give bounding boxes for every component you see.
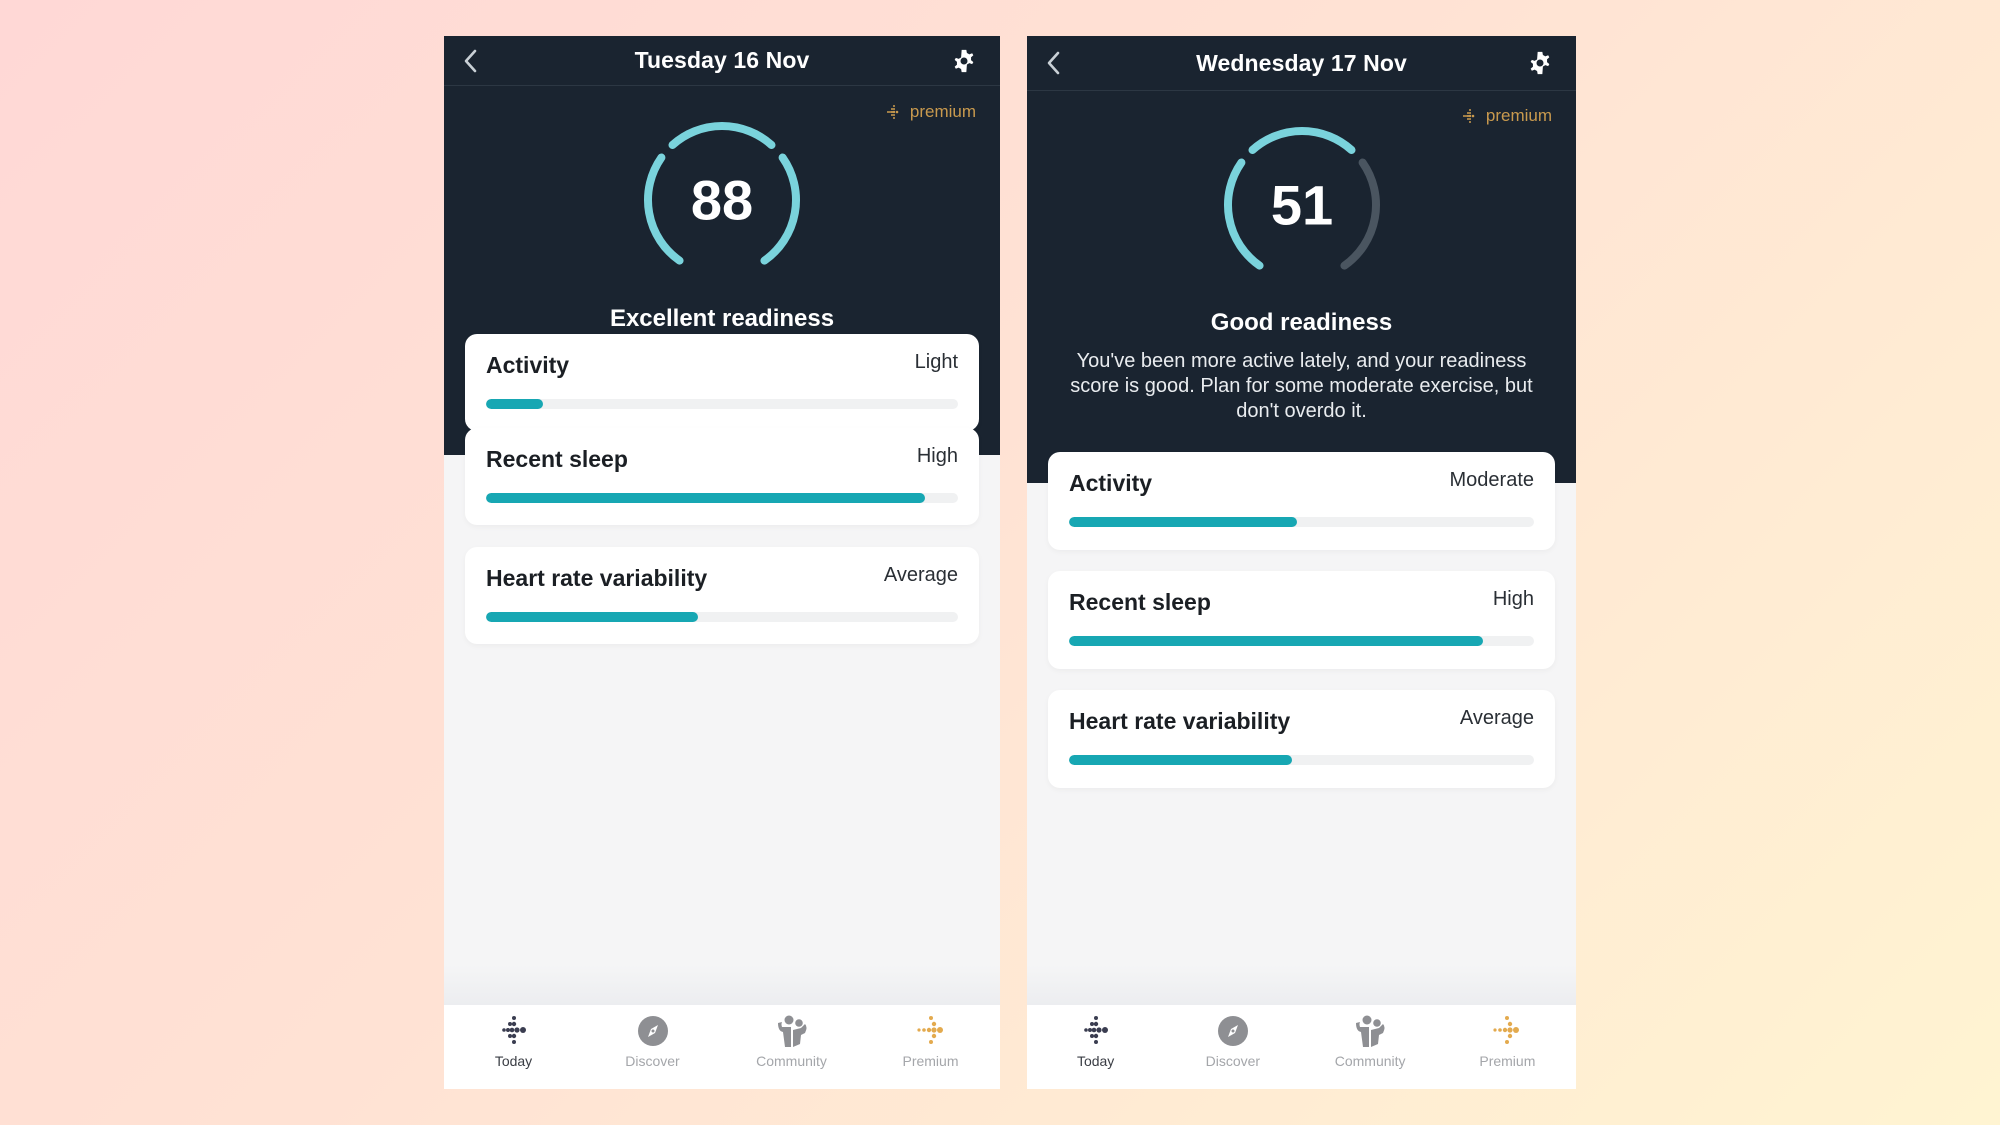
gear-icon <box>954 49 974 72</box>
nav-label: Discover <box>1205 1053 1261 1069</box>
metric-card-activity[interactable]: Activity Light <box>465 334 979 431</box>
nav-today[interactable]: Today <box>444 1005 583 1089</box>
metric-title: Heart rate variability <box>486 565 708 591</box>
readiness-screen-tuesday: Tuesday 16 Nov premium 88 Excellent read… <box>444 36 1000 1089</box>
metric-progress-track <box>1069 755 1534 765</box>
page-title: Wednesday 17 Nov <box>1196 49 1407 76</box>
today-dots-icon <box>1083 1016 1108 1044</box>
metric-level: High <box>916 445 958 467</box>
bottom-nav: Today Discover Community Premium <box>444 965 1000 1089</box>
nav-label: Premium <box>902 1053 959 1069</box>
premium-label: premium <box>1485 106 1552 125</box>
premium-dots-icon <box>1462 109 1475 123</box>
community-icon <box>1356 1015 1385 1047</box>
metric-progress-fill <box>1069 755 1293 765</box>
nav-label: Community <box>1334 1053 1406 1069</box>
premium-badge[interactable]: premium <box>1462 106 1552 126</box>
metric-progress-fill <box>486 399 543 409</box>
settings-button[interactable] <box>950 47 978 75</box>
chevron-left-icon <box>1047 51 1060 75</box>
back-button[interactable] <box>1041 48 1067 78</box>
community-icon <box>777 1015 806 1047</box>
metric-card-recent-sleep[interactable]: Recent sleep High <box>1048 571 1555 669</box>
nav-discover[interactable]: Discover <box>583 1005 722 1089</box>
nav-label: Premium <box>1479 1053 1536 1069</box>
metric-level: High <box>1492 588 1534 610</box>
compass-icon <box>637 1016 668 1046</box>
metric-title: Activity <box>1069 470 1153 496</box>
header-bar: Wednesday 17 Nov <box>1027 36 1576 91</box>
nav-community[interactable]: Community <box>722 1005 861 1089</box>
header-bar: Tuesday 16 Nov <box>444 36 1000 86</box>
nav-premium[interactable]: Premium <box>1439 1005 1576 1089</box>
metric-progress-track <box>486 493 958 503</box>
nav-community[interactable]: Community <box>1302 1005 1439 1089</box>
readiness-gauge: 51 <box>1217 120 1387 290</box>
premium-dots-icon <box>886 105 899 119</box>
metric-level: Average <box>1459 707 1534 729</box>
readiness-title: Good readiness <box>1210 309 1393 336</box>
metric-progress-track <box>486 399 958 409</box>
bottom-nav: Today Discover Community Premium <box>1027 965 1576 1089</box>
metric-level: Average <box>883 564 958 586</box>
today-dots-icon <box>501 1016 526 1044</box>
readiness-score: 51 <box>1270 173 1334 237</box>
nav-discover[interactable]: Discover <box>1164 1005 1301 1089</box>
nav-label: Today <box>494 1053 533 1069</box>
metric-card-hrv[interactable]: Heart rate variability Average <box>465 547 979 644</box>
metric-title: Activity <box>486 352 570 378</box>
metric-progress-track <box>1069 636 1534 646</box>
metric-title: Recent sleep <box>486 446 628 472</box>
nav-label: Community <box>756 1053 827 1069</box>
nav-premium[interactable]: Premium <box>861 1005 1000 1089</box>
metric-progress-fill <box>486 612 699 622</box>
gauge-segment-top <box>1248 127 1356 155</box>
premium-label: premium <box>909 102 976 121</box>
metric-title: Recent sleep <box>1069 589 1211 615</box>
back-button[interactable] <box>458 46 484 76</box>
compass-icon <box>1217 1016 1248 1046</box>
metric-level: Light <box>914 351 958 373</box>
metric-progress-track <box>1069 517 1534 527</box>
metric-card-recent-sleep[interactable]: Recent sleep High <box>465 428 979 525</box>
premium-dots-icon <box>916 1016 943 1044</box>
nav-label: Today <box>1076 1053 1115 1069</box>
nav-today[interactable]: Today <box>1027 1005 1164 1089</box>
readiness-screen-wednesday: Wednesday 17 Nov premium 51 Good readine… <box>1027 36 1576 1089</box>
metric-level: Moderate <box>1449 469 1535 491</box>
readiness-gauge: 88 <box>637 115 807 285</box>
metric-card-hrv[interactable]: Heart rate variability Average <box>1048 690 1555 788</box>
gauge-segment-top <box>668 122 776 150</box>
premium-dots-icon <box>1493 1016 1520 1044</box>
settings-button[interactable] <box>1526 49 1554 77</box>
metric-progress-track <box>486 612 958 622</box>
nav-label: Discover <box>625 1053 680 1069</box>
gear-icon <box>1530 51 1550 75</box>
metric-title: Heart rate variability <box>1069 708 1291 734</box>
readiness-description: You've been more active lately, and your… <box>1070 350 1533 422</box>
readiness-title: Excellent readiness <box>609 305 835 332</box>
metric-card-activity[interactable]: Activity Moderate <box>1048 452 1555 550</box>
metric-progress-fill <box>1069 517 1297 527</box>
readiness-score: 88 <box>690 168 754 232</box>
chevron-left-icon <box>464 49 477 72</box>
premium-badge[interactable]: premium <box>886 102 976 122</box>
page-title: Tuesday 16 Nov <box>634 47 810 73</box>
metric-progress-fill <box>1069 636 1483 646</box>
metric-progress-fill <box>486 493 925 503</box>
